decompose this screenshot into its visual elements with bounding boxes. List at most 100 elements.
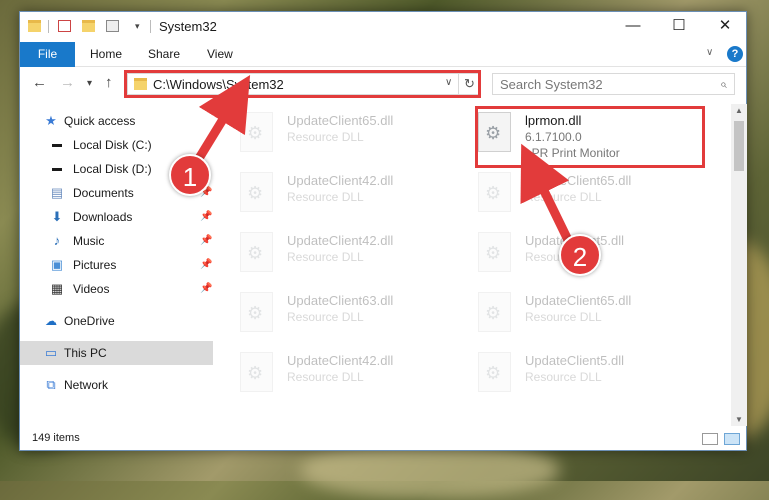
file-item[interactable]: ⚙ UpdateClient65.dll Resource DLL [463,167,688,223]
up-button[interactable]: ↑ [105,74,113,91]
sidebar-item-label: Music [73,234,105,248]
quick-access-toolbar-icon[interactable] [106,20,119,32]
onedrive-icon: ☁ [45,314,57,328]
pc-icon: ▭ [44,345,58,360]
minimize-button[interactable]: — [610,12,656,42]
file-item[interactable]: ⚙ UpdateClient42.dll Resource DLL [225,227,450,283]
properties-icon[interactable] [58,20,71,32]
pin-icon[interactable]: 📌 [200,205,212,229]
search-icon[interactable]: ⌕ [720,77,727,92]
vertical-scrollbar[interactable]: ▲ ▼ [731,104,747,426]
file-name: UpdateClient42.dll [287,233,394,248]
drive-icon: ▬ [52,163,62,174]
videos-icon: ▦ [50,281,64,296]
gear-icon: ⚙ [485,183,502,203]
sidebar-item-label: Videos [73,282,110,296]
gear-icon: ⚙ [247,183,264,203]
dll-file-icon: ⚙ [478,232,511,272]
sidebar-item-label: Local Disk (C:) [73,138,152,152]
item-count: 149 items [32,432,80,444]
gear-icon: ⚙ [485,303,502,323]
sidebar-item-this-pc[interactable]: ▭ This PC [20,341,213,365]
tab-share[interactable]: Share [148,42,180,67]
file-name: UpdateClient65.dll [287,113,394,128]
dll-file-icon: ⚙ [240,232,273,272]
pin-icon[interactable]: 📌 [200,277,212,301]
dll-file-icon: ⚙ [240,172,273,212]
sidebar-item-label: Downloads [73,210,133,224]
sidebar-item-quick-access[interactable]: ★ Quick access [20,109,213,133]
gear-icon: ⚙ [247,303,264,323]
help-icon[interactable]: ? [727,46,743,62]
sidebar-item-label: This PC [64,346,107,360]
file-name: UpdateClient42.dll [287,353,394,368]
file-type: Resource DLL [287,250,364,264]
new-folder-icon[interactable] [82,20,95,32]
sidebar-item-label: Documents [73,186,134,200]
file-item[interactable]: ⚙ UpdateClient42.dll Resource DLL [225,167,450,223]
back-button[interactable]: ← [32,74,47,91]
star-icon: ★ [45,113,57,128]
customize-toolbar-chevron-icon[interactable]: ▾ [135,21,140,32]
close-button[interactable]: ✕ [702,12,748,42]
gear-icon: ⚙ [485,363,502,383]
scroll-up-icon[interactable]: ▲ [731,106,747,115]
title-bar: ▾ System32 — ☐ ✕ [20,12,746,42]
expand-ribbon-chevron-icon[interactable]: ∨ [706,47,713,58]
music-icon: ♪ [53,233,61,248]
sidebar-item-onedrive[interactable]: ☁ OneDrive [20,309,213,333]
file-item[interactable]: ⚙ UpdateClient63.dll Resource DLL [225,287,450,343]
sidebar-item-label: Quick access [64,114,136,128]
folder-icon [28,20,41,32]
dll-file-icon: ⚙ [240,352,273,392]
file-name: UpdateClient65.dll [525,293,632,308]
ribbon: File Home Share View ∨ ? [20,42,746,67]
file-type: Resource DLL [287,310,364,324]
pin-icon[interactable]: 📌 [200,253,212,277]
file-item[interactable]: ⚙ UpdateClient42.dll Resource DLL [225,347,450,403]
dll-file-icon: ⚙ [240,292,273,332]
network-icon: ⧉ [46,377,56,392]
file-item[interactable]: ⚙ UpdateClient65.dll Resource DLL [225,107,450,163]
sidebar-item-network[interactable]: ⧉ Network [20,373,213,397]
recent-locations-button[interactable]: ▾ [87,78,92,89]
maximize-button[interactable]: ☐ [656,12,702,42]
details-view-icon[interactable] [702,433,718,445]
gear-icon: ⚙ [247,363,264,383]
file-item[interactable]: ⚙ UpdateClient65.dll Resource DLL [463,287,688,343]
file-type: Resource DLL [525,310,602,324]
file-name: UpdateClient63.dll [287,293,394,308]
file-type: Resource DLL [525,190,602,204]
tab-view[interactable]: View [207,42,233,67]
sidebar-item-videos[interactable]: ▦ Videos 📌 [20,277,213,301]
scroll-thumb[interactable] [734,121,744,171]
file-name: UpdateClient65.dll [525,173,632,188]
scroll-down-icon[interactable]: ▼ [731,415,747,424]
pin-icon[interactable]: 📌 [200,229,212,253]
file-name: UpdateClient5.dll [525,353,625,368]
tab-home[interactable]: Home [90,42,122,67]
gear-icon: ⚙ [485,243,502,263]
file-type: Resource DLL [287,370,364,384]
gear-icon: ⚙ [247,123,264,143]
forward-button[interactable]: → [60,74,75,91]
search-input[interactable]: Search System32 ⌕ [492,73,735,95]
file-item[interactable]: ⚙ UpdateClient5.dll Resource DLL [463,347,688,403]
explorer-window: ▾ System32 — ☐ ✕ File Home Share View ∨ … [19,11,747,451]
step-2-badge: 2 [559,234,601,276]
sidebar-item-label: Network [64,378,109,392]
pictures-icon: ▣ [50,257,64,272]
sidebar-item-pictures[interactable]: ▣ Pictures 📌 [20,253,213,277]
sidebar-item-downloads[interactable]: ⬇ Downloads 📌 [20,205,213,229]
status-bar: 149 items [20,428,746,450]
documents-icon: ▤ [50,185,64,200]
tab-file[interactable]: File [20,42,75,67]
file-type: Resource DLL [287,190,364,204]
sidebar-item-local-disk-c[interactable]: ▬ Local Disk (C:) [20,133,213,157]
gear-icon: ⚙ [247,243,264,263]
large-icons-view-icon[interactable] [724,433,740,445]
sidebar-item-music[interactable]: ♪ Music 📌 [20,229,213,253]
file-highlight-box [475,106,705,168]
step-1-badge: 1 [169,154,211,196]
drive-icon: ▬ [52,139,62,150]
